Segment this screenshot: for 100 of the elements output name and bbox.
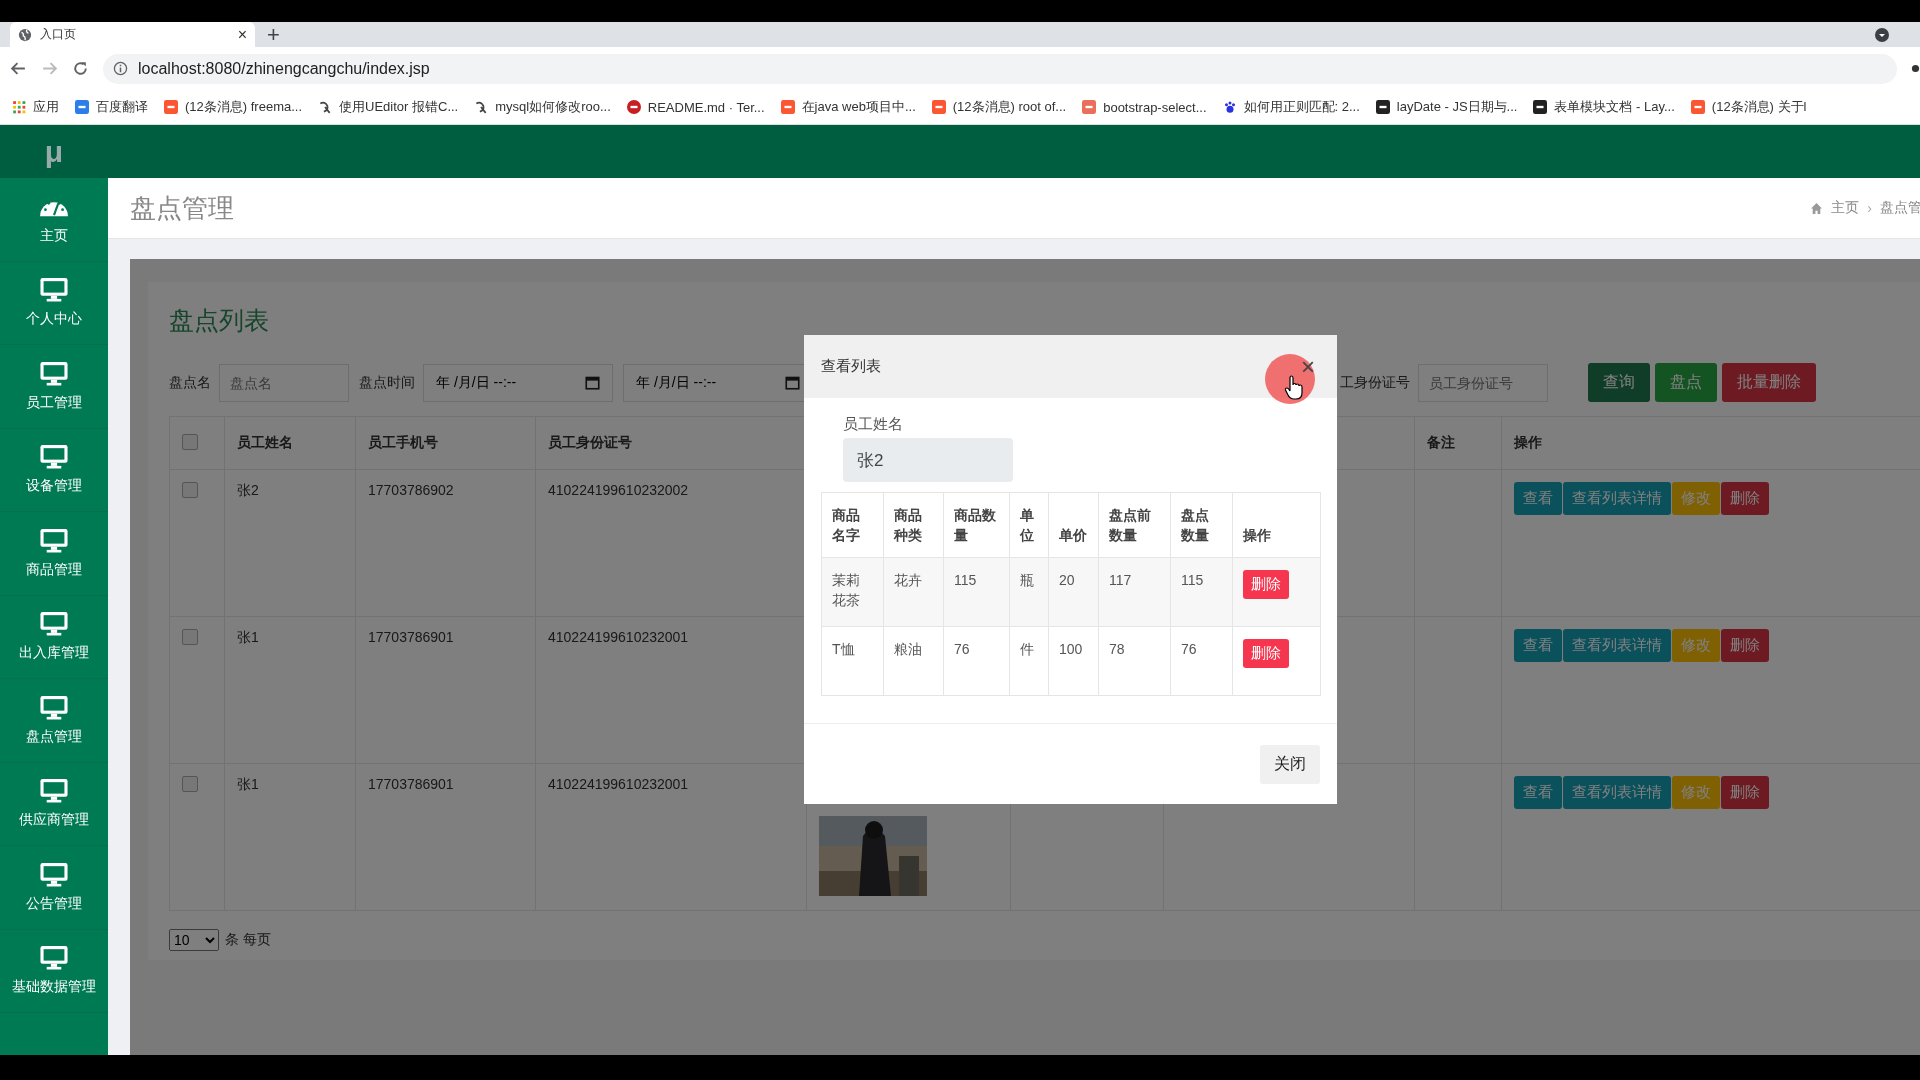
bookmark[interactable]: bootstrap-select... [1082, 99, 1207, 115]
table-cell: 瓶 [1009, 557, 1049, 627]
column-header: 员工姓名 [224, 416, 356, 470]
toolbar-button[interactable]: 查询 [1588, 363, 1650, 402]
favicon-icon [626, 100, 641, 114]
bookmark[interactable]: (12条消息) root of... [931, 98, 1067, 116]
bookmark[interactable]: mysql如何修改roo... [474, 98, 611, 116]
table-cell: 115 [1170, 557, 1233, 627]
table-cell: 17703786902 [355, 469, 536, 617]
apps-grid-icon [12, 100, 26, 114]
select-all-checkbox[interactable] [182, 433, 198, 450]
column-header: 操作 [1501, 416, 1920, 470]
page-title: 盘点管理 [130, 191, 234, 225]
url-text: localhost:8080/zhinengcangchu/index.jsp [138, 59, 430, 78]
monitor-icon [39, 945, 69, 971]
delete-button[interactable]: 删除 [1243, 570, 1289, 599]
app-logo[interactable]: μ [0, 125, 108, 178]
delete-button[interactable]: 删除 [1243, 639, 1289, 668]
monitor-icon [39, 861, 69, 887]
swirl-icon [318, 100, 333, 114]
favicon-icon [1082, 100, 1097, 114]
info-icon [113, 61, 128, 76]
name-field[interactable]: 张2 [843, 438, 1013, 482]
card-title: 盘点列表 [169, 305, 270, 336]
monitor-icon [39, 611, 69, 637]
monitor-icon [39, 694, 69, 720]
monitor-icon [39, 360, 69, 386]
favicon-icon [164, 100, 178, 114]
monitor-icon [39, 277, 69, 303]
row-action-button[interactable]: 删除 [1721, 776, 1769, 809]
reload-icon[interactable] [72, 60, 89, 77]
row-checkbox[interactable] [182, 482, 198, 498]
close-tab-button[interactable]: × [237, 25, 247, 44]
bookmark[interactable]: layDate - JS日期与... [1375, 98, 1518, 116]
monitor-icon [39, 527, 69, 553]
column-header: 商品数量 [943, 492, 1010, 558]
bookmark[interactable]: 在java web项目中... [780, 98, 916, 116]
filter-input[interactable]: 员工身份证号 [1418, 363, 1548, 402]
filter-label: 盘点时间 [359, 373, 415, 392]
calendar-icon[interactable] [785, 375, 800, 390]
column-header: 备注 [1414, 416, 1502, 470]
bookmark[interactable]: 应用 [12, 98, 59, 116]
paw-icon [1222, 100, 1237, 114]
filter-input[interactable]: 盘点名 [219, 363, 349, 402]
table-cell: 76 [943, 626, 1010, 696]
table-cell: 76 [1170, 626, 1233, 696]
page-size-label: 条 每页 [225, 931, 271, 949]
bookmark[interactable]: (12条消息) freema... [164, 98, 303, 116]
favicon-icon [931, 100, 946, 114]
bookmark[interactable]: 表单模块文档 - Lay... [1533, 98, 1675, 116]
row-action-button[interactable]: 删除 [1721, 482, 1769, 515]
new-tab-button[interactable]: + [267, 22, 280, 47]
favicon-icon [1690, 100, 1705, 114]
row-action-button[interactable]: 删除 [1721, 629, 1769, 662]
favicon-icon [1533, 100, 1548, 114]
bookmark[interactable]: 使用UEditor 报错C... [318, 98, 459, 116]
column-header: 单价 [1048, 492, 1099, 558]
breadcrumb-separator: › [1867, 200, 1872, 216]
tab-search-icon[interactable] [1874, 26, 1890, 43]
table-cell: 张2 [224, 469, 356, 617]
home-icon [1810, 201, 1824, 215]
date-time-field[interactable]: 年 /月/日 --:-- [423, 363, 613, 402]
toolbar-button[interactable]: 批量删除 [1722, 363, 1816, 402]
table-cell: 117 [1098, 557, 1171, 627]
table-cell: 78 [1098, 626, 1171, 696]
table-cell: 件 [1009, 626, 1049, 696]
table-cell: 115 [943, 557, 1010, 627]
filter-label: 盘点名 [169, 373, 211, 392]
swirl-icon [474, 100, 489, 114]
column-header: 盘点数量 [1170, 492, 1233, 558]
table-cell: 20 [1048, 557, 1099, 627]
row-checkbox[interactable] [182, 776, 198, 792]
extension-icon[interactable] [1911, 64, 1920, 73]
column-header: 商品种类 [883, 492, 944, 558]
close-button[interactable]: × [1301, 352, 1315, 381]
modal-title: 查看列表 [821, 357, 881, 376]
calendar-icon[interactable] [585, 375, 600, 390]
row-checkbox[interactable] [182, 629, 198, 645]
close-dialog-button[interactable]: 关闭 [1260, 744, 1320, 784]
back-icon[interactable] [10, 60, 27, 77]
table-cell: 17703786901 [355, 616, 536, 764]
page-size-select[interactable]: 10 [169, 929, 219, 951]
hand-cursor-icon [1284, 375, 1304, 401]
tab-title: 入口页 [40, 26, 77, 43]
table-cell: 17703786901 [355, 763, 536, 911]
column-header: 商品名字 [821, 492, 884, 558]
bookmark[interactable]: 如何用正则匹配: 2... [1222, 98, 1360, 116]
bookmark[interactable]: 百度翻译 [75, 98, 148, 116]
bookmark[interactable]: README.md · Ter... [626, 99, 765, 115]
breadcrumb-link[interactable]: 主页 [1831, 199, 1860, 217]
browser-tab[interactable]: 入口页 × [10, 22, 255, 47]
monitor-icon [39, 778, 69, 804]
field-label: 员工姓名 [843, 415, 904, 434]
table-cell: 粮油 [883, 626, 944, 696]
column-header: 操作 [1232, 492, 1321, 558]
table-cell: 张1 [224, 763, 356, 911]
bookmark[interactable]: (12条消息) 关于l [1690, 98, 1807, 116]
address-bar[interactable]: localhost:8080/zhinengcangchu/index.jsp [103, 53, 1897, 84]
table-cell: T恤 [821, 626, 884, 696]
table-cell: 茉莉花茶 [821, 557, 884, 627]
